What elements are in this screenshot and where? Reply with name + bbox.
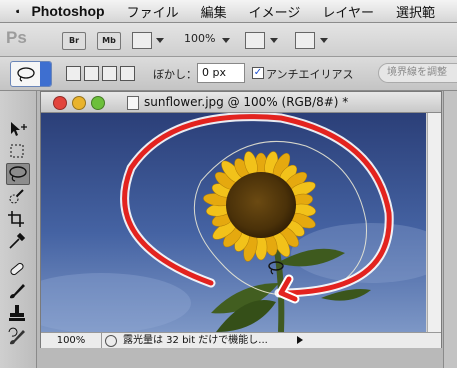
status-bar: 100% 露光量は 32 bit だけで機能し... xyxy=(41,332,441,348)
bridge-button[interactable]: Br xyxy=(62,32,86,50)
arrange-documents-icon[interactable] xyxy=(245,32,265,49)
feather-input[interactable]: 0 px xyxy=(197,63,245,83)
tools-panel xyxy=(0,91,37,368)
add-to-selection-icon[interactable] xyxy=(84,66,99,81)
panel-dock-strip xyxy=(443,91,457,368)
mini-bridge-button[interactable]: Mb xyxy=(97,32,121,50)
brush-icon[interactable] xyxy=(6,281,28,301)
zoom-field[interactable]: 100% xyxy=(41,333,102,348)
status-menu-arrow-icon[interactable] xyxy=(297,336,303,344)
chevron-down-icon[interactable] xyxy=(270,38,278,43)
document-window: sunflower.jpg @ 100% (RGB/8#) * 100% 露光量… xyxy=(40,91,442,348)
application-bar: Ps Br Mb 100% xyxy=(0,23,457,57)
new-selection-icon[interactable] xyxy=(66,66,81,81)
chevron-down-icon[interactable] xyxy=(156,38,164,43)
zoom-window-icon[interactable] xyxy=(91,96,105,110)
eyedropper-icon[interactable] xyxy=(6,231,28,251)
tool-preset-picker[interactable] xyxy=(10,61,52,87)
antialias-checkbox[interactable]: ✓ xyxy=(252,67,264,79)
apple-icon[interactable] xyxy=(16,4,20,18)
subtract-selection-icon[interactable] xyxy=(102,66,117,81)
app-menu[interactable]: Photoshop xyxy=(31,3,104,19)
document-title: sunflower.jpg @ 100% (RGB/8#) * xyxy=(144,95,349,109)
close-icon[interactable] xyxy=(53,96,67,110)
stamp-icon[interactable] xyxy=(6,303,28,323)
lasso-icon[interactable] xyxy=(6,163,30,185)
screen-mode-icon[interactable] xyxy=(295,32,315,49)
menu-layer[interactable]: レイヤー xyxy=(322,2,374,21)
healing-brush-icon[interactable] xyxy=(6,259,28,279)
menu-select[interactable]: 選択範 xyxy=(396,2,435,21)
menu-image[interactable]: イメージ xyxy=(249,2,301,21)
crop-icon[interactable] xyxy=(6,209,28,229)
view-extras-icon[interactable] xyxy=(132,32,152,49)
zoom-level[interactable]: 100% xyxy=(184,32,215,45)
status-text: 露光量は 32 bit だけで機能し... xyxy=(123,335,268,346)
history-brush-icon[interactable] xyxy=(6,327,28,347)
refine-edge-button[interactable]: 境界線を調整 xyxy=(378,63,457,83)
photoshop-logo: Ps xyxy=(6,28,27,47)
chevron-down-icon[interactable] xyxy=(40,62,51,86)
image-canvas[interactable] xyxy=(41,113,426,332)
menu-edit[interactable]: 編集 xyxy=(201,2,227,21)
lasso-icon xyxy=(17,67,35,82)
document-title-bar[interactable]: sunflower.jpg @ 100% (RGB/8#) * xyxy=(41,92,441,113)
antialias-label: アンチエイリアス xyxy=(266,68,354,81)
feather-label: ぼかし： xyxy=(153,68,197,81)
vertical-scrollbar[interactable] xyxy=(427,113,441,332)
move-icon[interactable] xyxy=(6,119,28,139)
info-icon xyxy=(105,335,117,347)
quick-select-icon[interactable] xyxy=(6,187,28,207)
chevron-down-icon[interactable] xyxy=(222,38,230,43)
options-bar: ぼかし： 0 px ✓ アンチエイリアス 境界線を調整 xyxy=(0,57,457,91)
minimize-icon[interactable] xyxy=(72,96,86,110)
document-icon xyxy=(127,96,139,110)
chevron-down-icon[interactable] xyxy=(320,38,328,43)
menu-bar: Photoshop ファイル 編集 イメージ レイヤー 選択範 xyxy=(0,0,457,23)
intersect-selection-icon[interactable] xyxy=(120,66,135,81)
sunflower-photo[interactable] xyxy=(41,113,426,332)
marquee-icon[interactable] xyxy=(6,141,28,161)
menu-file[interactable]: ファイル xyxy=(127,2,179,21)
